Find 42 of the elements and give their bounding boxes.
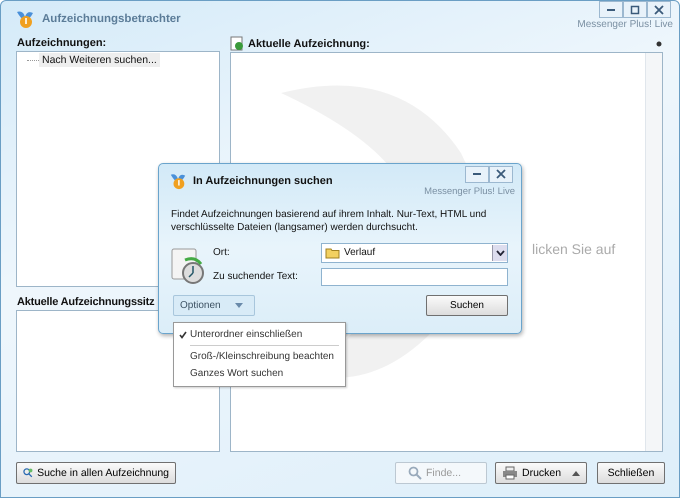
- close-button[interactable]: [647, 1, 671, 18]
- current-log-label: Aktuelle Aufzeichnung:: [248, 38, 370, 50]
- search-all-button[interactable]: Suche in allen Aufzeichnung: [16, 462, 176, 484]
- search-icon: [408, 466, 422, 480]
- menu-item[interactable]: Ganzes Wort suchen: [176, 365, 343, 382]
- maximize-button[interactable]: [623, 1, 647, 18]
- print-button[interactable]: Drucken: [495, 462, 587, 484]
- maximize-icon: [630, 4, 640, 14]
- tree-item[interactable]: Nach Weiteren suchen...: [39, 53, 160, 67]
- search-text-label: Zu suchender Text:: [213, 271, 299, 282]
- brand-label: Messenger Plus! Live: [424, 186, 515, 197]
- pin-icon[interactable]: [655, 40, 663, 48]
- search-button[interactable]: Suchen: [426, 295, 508, 316]
- location-dropdown[interactable]: Verlauf: [321, 242, 508, 262]
- menu-item[interactable]: Groß-/Kleinschreibung beachten: [176, 348, 343, 365]
- logs-label: Aufzeichnungen:: [16, 36, 108, 51]
- scrollbar[interactable]: [645, 53, 662, 451]
- caret-icon: [234, 303, 243, 308]
- search-text-field[interactable]: [321, 268, 508, 286]
- folder-icon: [325, 246, 340, 258]
- hint-text: licken Sie auf: [532, 241, 616, 257]
- brand-label: Messenger Plus! Live: [577, 19, 673, 30]
- printer-icon: [502, 466, 518, 480]
- document-clock-icon: [169, 246, 207, 286]
- minimize-icon: [607, 8, 615, 10]
- sessions-label: Aktuelle Aufzeichnungssitz: [16, 295, 154, 310]
- options-button[interactable]: Optionen: [173, 295, 255, 316]
- close-button[interactable]: [489, 166, 513, 182]
- location-label: Ort:: [213, 247, 231, 258]
- chevron-down-icon: [496, 250, 504, 256]
- menu-item[interactable]: Unterordner einschließen: [176, 326, 343, 343]
- window-title: Aufzeichnungsbetrachter: [42, 13, 181, 25]
- close-icon: [654, 4, 664, 14]
- minimize-button[interactable]: [599, 1, 623, 18]
- minimize-icon: [473, 173, 481, 175]
- minimize-button[interactable]: [465, 166, 489, 182]
- checkmark-icon: [179, 330, 187, 338]
- dialog-title: In Aufzeichnungen suchen: [193, 175, 333, 187]
- caret-icon: [572, 470, 580, 476]
- close-icon: [496, 169, 506, 179]
- close-button[interactable]: Schließen: [597, 462, 665, 484]
- description-text: Findet Aufzeichnungen basierend auf ihrem Inhalt. Nur-Text, HTML und verschlüsselte Dateien (langsamer) werden durchsucht.: [171, 208, 488, 234]
